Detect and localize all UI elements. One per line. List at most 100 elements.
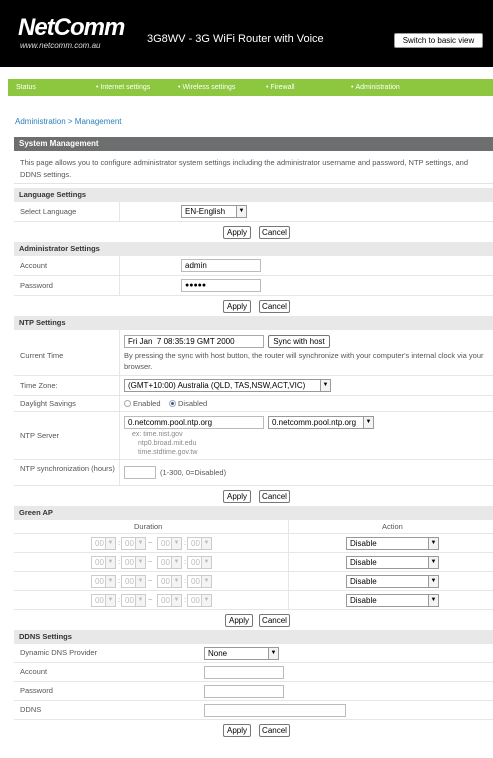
daylight-row: Daylight Savings Enabled Disabled [14, 396, 493, 412]
netcomm-logo: NetComm www.netcomm.com.au [18, 16, 128, 56]
green-ap-header: Green AP [14, 506, 493, 520]
ddns-apply-button[interactable]: Apply [223, 724, 251, 737]
nav-administration[interactable]: • Administration [351, 79, 400, 96]
admin-apply-button[interactable]: Apply [223, 300, 251, 313]
action-header: Action [382, 522, 403, 531]
chevron-down-icon: ▼ [171, 538, 181, 549]
end-minute-select[interactable]: 00 ▼ [187, 575, 212, 588]
action-select[interactable]: Disable ▼ [346, 537, 439, 550]
nav-status[interactable]: Status [16, 79, 36, 96]
ddns-cancel-button[interactable]: Cancel [259, 724, 290, 737]
daylight-label: Daylight Savings [20, 399, 76, 408]
green-ap-button-row: Apply Cancel [14, 610, 493, 630]
start-minute-select[interactable]: 00 ▼ [121, 575, 146, 588]
radio-disabled[interactable] [169, 400, 176, 407]
radio-enabled[interactable] [124, 400, 131, 407]
action-value: Disable [350, 539, 377, 548]
breadcrumb[interactable]: Administration > Management [15, 117, 122, 127]
nav-firewall[interactable]: • Firewall [266, 79, 295, 96]
green-ap-cancel-button[interactable]: Cancel [259, 614, 290, 627]
ntp-sync-label: NTP synchronization (hours) [20, 464, 115, 473]
chevron-down-icon: ▼ [135, 557, 145, 568]
start-hour-select[interactable]: 00 ▼ [91, 575, 116, 588]
current-time-input[interactable]: Fri Jan 7 08:35:19 GMT 2000 [124, 335, 264, 348]
nav-wireless-settings[interactable]: • Wireless settings [178, 79, 235, 96]
ddns-domain-row: DDNS [14, 701, 493, 720]
ntp-cancel-button[interactable]: Cancel [259, 490, 290, 503]
time-separator: : [118, 595, 121, 604]
ddns-domain-input[interactable] [204, 704, 346, 717]
time-value: 00 [161, 577, 170, 586]
end-hour-select[interactable]: 00 ▼ [157, 556, 182, 569]
action-select[interactable]: Disable ▼ [346, 575, 439, 588]
time-separator: : [184, 538, 187, 547]
ntp-server-label: NTP Server [20, 431, 60, 440]
main-content: System Management This page allows you t… [14, 137, 493, 740]
green-ap-column-headers: Duration Action [14, 520, 493, 534]
start-minute-select[interactable]: 00 ▼ [121, 594, 146, 607]
bullet-icon: • [351, 84, 354, 91]
start-hour-select[interactable]: 00 ▼ [91, 537, 116, 550]
chevron-down-icon: ▼ [201, 595, 211, 606]
admin-cancel-button[interactable]: Cancel [259, 300, 290, 313]
example-line: ex: time.nist.gov [132, 431, 183, 438]
chevron-down-icon: ▼ [135, 595, 145, 606]
switch-basic-view-button[interactable]: Switch to basic view [394, 33, 483, 48]
ddns-provider-row: Dynamic DNS Provider None ▼ [14, 644, 493, 663]
green-ap-apply-button[interactable]: Apply [225, 614, 253, 627]
end-hour-select[interactable]: 00 ▼ [157, 537, 182, 550]
action-select[interactable]: Disable ▼ [346, 594, 439, 607]
ntp-server-input[interactable]: 0.netcomm.pool.ntp.org [124, 416, 264, 429]
language-select[interactable]: EN-English ▼ [181, 205, 247, 218]
divider [288, 553, 289, 571]
divider [288, 591, 289, 609]
ntp-apply-button[interactable]: Apply [223, 490, 251, 503]
ntp-server-select-value: 0.netcomm.pool.ntp.org [272, 418, 357, 427]
green-ap-rows: 00 ▼:00 ▼ ~00 ▼:00 ▼ Disable ▼ 00 ▼:00 ▼ ~00 ▼:00 ▼ Di… [14, 534, 493, 610]
divider [119, 256, 120, 275]
account-row: Account admin [14, 256, 493, 276]
ddns-account-input[interactable] [204, 666, 284, 679]
account-input[interactable]: admin [181, 259, 261, 272]
end-minute-select[interactable]: 00 ▼ [187, 537, 212, 550]
time-value: 00 [161, 596, 170, 605]
ddns-provider-select[interactable]: None ▼ [204, 647, 279, 660]
daylight-enabled-option[interactable]: Enabled [124, 399, 161, 408]
logo-text: NetComm [18, 14, 125, 41]
time-separator: : [184, 557, 187, 566]
nav-internet-settings[interactable]: • Internet settings [96, 79, 150, 96]
timezone-select[interactable]: (GMT+10:00) Australia (QLD, TAS,NSW,ACT,… [124, 379, 331, 392]
ntp-sync-input[interactable] [124, 466, 156, 479]
language-cancel-button[interactable]: Cancel [259, 226, 290, 239]
bullet-icon: • [266, 84, 269, 91]
chevron-down-icon: ▼ [135, 576, 145, 587]
language-apply-button[interactable]: Apply [223, 226, 251, 239]
example-line: ntp0.broad.mit.edu [138, 440, 197, 447]
chevron-down-icon: ▼ [236, 206, 246, 217]
end-minute-select[interactable]: 00 ▼ [187, 556, 212, 569]
time-value: 00 [95, 558, 104, 567]
start-hour-select[interactable]: 00 ▼ [91, 594, 116, 607]
action-select[interactable]: Disable ▼ [346, 556, 439, 569]
end-hour-select[interactable]: 00 ▼ [157, 594, 182, 607]
daylight-disabled-option[interactable]: Disabled [169, 399, 207, 408]
end-hour-select[interactable]: 00 ▼ [157, 575, 182, 588]
disabled-label: Disabled [178, 399, 208, 408]
nav-label: Firewall [270, 84, 295, 91]
end-minute-select[interactable]: 00 ▼ [187, 594, 212, 607]
password-input[interactable]: ●●●●● [181, 279, 261, 292]
timezone-row: Time Zone: (GMT+10:00) Australia (QLD, T… [14, 376, 493, 396]
ddns-password-input[interactable] [204, 685, 284, 698]
ntp-server-select[interactable]: 0.netcomm.pool.ntp.org ▼ [268, 416, 374, 429]
timezone-value: (GMT+10:00) Australia (QLD, TAS,NSW,ACT,… [128, 381, 306, 390]
chevron-down-icon: ▼ [428, 557, 438, 568]
start-hour-select[interactable]: 00 ▼ [91, 556, 116, 569]
chevron-down-icon: ▼ [201, 557, 211, 568]
chevron-down-icon: ▼ [171, 557, 181, 568]
chevron-down-icon: ▼ [428, 576, 438, 587]
current-time-label: Current Time [20, 351, 64, 360]
start-minute-select[interactable]: 00 ▼ [121, 537, 146, 550]
start-minute-select[interactable]: 00 ▼ [121, 556, 146, 569]
sync-with-host-button[interactable]: Sync with host [268, 335, 330, 348]
range-separator: ~ [148, 576, 153, 585]
